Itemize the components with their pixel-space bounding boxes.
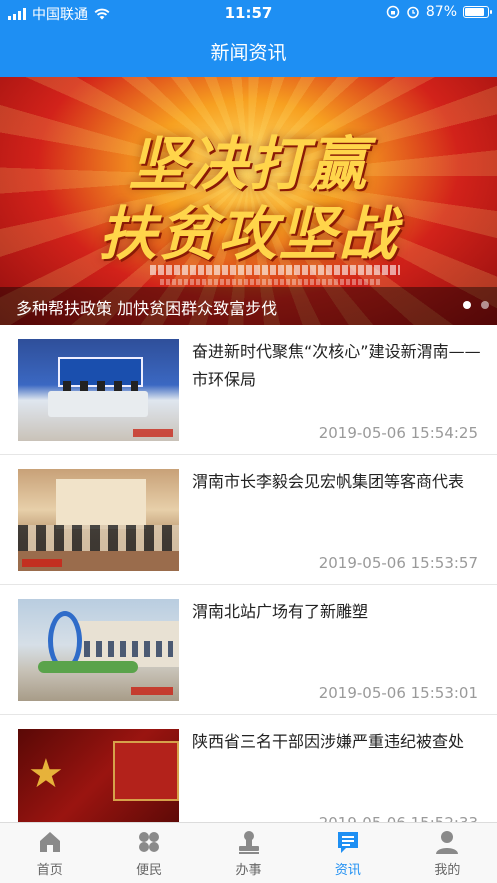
tab-label: 办事 — [235, 863, 262, 878]
news-title: 奋进新时代聚焦“次核心”建设新渭南——市环保局 — [192, 342, 481, 389]
grid-icon — [139, 832, 160, 852]
news-time: 2019-05-06 15:53:57 — [318, 554, 478, 572]
news-list[interactable]: 奋进新时代聚焦“次核心”建设新渭南——市环保局 2019-05-06 15:54… — [0, 325, 497, 822]
news-thumbnail — [18, 599, 179, 701]
news-icon — [337, 832, 358, 853]
pagination-dot[interactable] — [481, 301, 489, 309]
star-icon: ★ — [28, 751, 64, 797]
news-title: 陕西省三名干部因涉嫌严重违纪被查处 — [192, 732, 465, 751]
news-item[interactable]: 渭南北站广场有了新雕塑 2019-05-06 15:53:01 — [0, 585, 497, 715]
tab-affairs[interactable]: 办事 — [199, 823, 298, 883]
news-time: 2019-05-06 15:52:33 — [319, 814, 478, 822]
thumb-watermark — [133, 429, 173, 437]
tab-label: 便民 — [136, 863, 163, 878]
tab-news[interactable]: 资讯 — [298, 823, 397, 883]
user-icon — [436, 831, 459, 854]
thumb-stage — [48, 391, 148, 417]
tab-label: 首页 — [36, 863, 63, 878]
status-right: 87% — [386, 4, 492, 20]
news-thumbnail — [18, 469, 179, 571]
news-time: 2019-05-06 15:54:25 — [318, 424, 478, 442]
news-title: 渭南北站广场有了新雕塑 — [192, 602, 369, 621]
thumb-watermark — [131, 687, 173, 695]
thumb-flowers — [38, 661, 138, 673]
thumb-people — [18, 525, 179, 551]
tab-label: 资讯 — [334, 863, 361, 878]
alarm-icon — [407, 6, 419, 19]
thumb-panel — [113, 741, 179, 801]
tab-label: 我的 — [434, 863, 461, 878]
news-item[interactable]: 奋进新时代聚焦“次核心”建设新渭南——市环保局 2019-05-06 15:54… — [0, 325, 497, 455]
pagination-dot-active[interactable] — [463, 301, 471, 309]
rotation-lock-icon — [386, 5, 400, 19]
battery-percent: 87% — [425, 4, 457, 20]
news-item[interactable]: ★ 陕西省三名干部因涉嫌严重违纪被查处 2019-05-06 15:52:33 — [0, 715, 497, 822]
banner-headline-2: 扶贫攻坚战 — [98, 200, 399, 268]
thumb-curtain — [56, 479, 146, 529]
thumb-watermark — [22, 559, 62, 567]
banner-subtext-2 — [160, 279, 380, 285]
news-time: 2019-05-06 15:53:01 — [318, 684, 478, 702]
tab-services[interactable]: 便民 — [99, 823, 198, 883]
news-thumbnail — [18, 339, 179, 441]
banner-pagination — [463, 301, 489, 309]
top-bar: 中国联通 11:57 87% 新闻资讯 — [0, 0, 497, 77]
news-title: 渭南市长李毅会见宏帆集团等客商代表 — [192, 472, 465, 491]
home-icon — [39, 832, 60, 852]
tab-profile[interactable]: 我的 — [398, 823, 497, 883]
banner-caption: 多种帮扶政策 加快贫困群众致富步伐 — [16, 299, 278, 318]
stamp-icon — [238, 831, 259, 854]
tab-home[interactable]: 首页 — [0, 823, 99, 883]
status-bar: 中国联通 11:57 87% — [0, 0, 497, 26]
banner-subtext — [150, 265, 400, 275]
page-title: 新闻资讯 — [210, 42, 287, 64]
news-thumbnail: ★ — [18, 729, 179, 822]
news-item[interactable]: 渭南市长李毅会见宏帆集团等客商代表 2019-05-06 15:53:57 — [0, 455, 497, 585]
banner-caption-bar: 多种帮扶政策 加快贫困群众致富步伐 — [0, 287, 497, 325]
banner-carousel[interactable]: 坚决打赢 扶贫攻坚战 多种帮扶政策 加快贫困群众致富步伐 — [0, 77, 497, 325]
battery-icon — [463, 6, 492, 18]
tab-bar: 首页 便民 办事 资讯 我的 — [0, 822, 497, 883]
